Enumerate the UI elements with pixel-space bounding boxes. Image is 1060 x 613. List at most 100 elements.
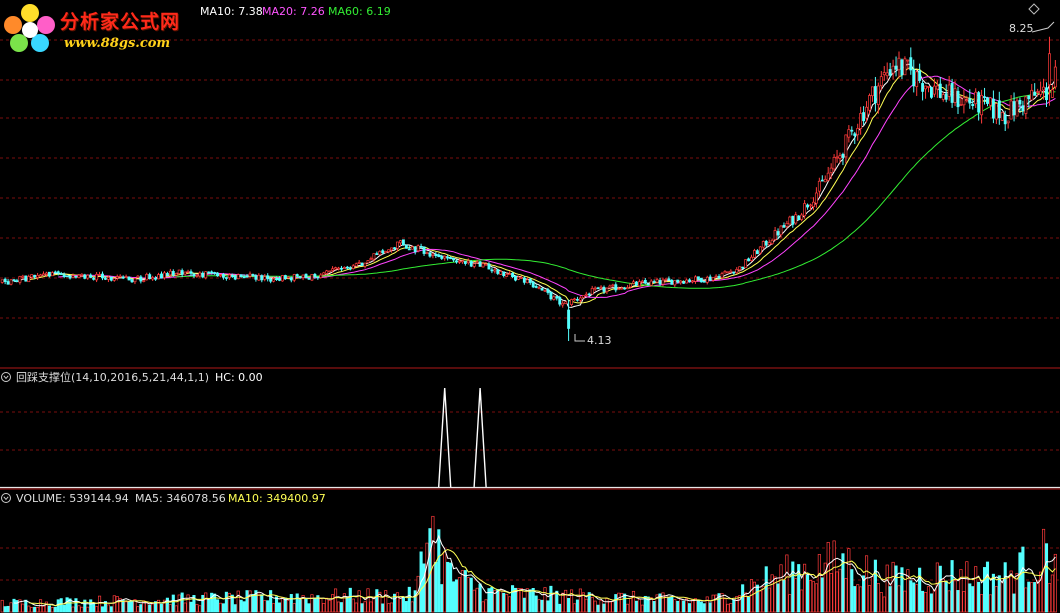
volume-bar[interactable] (923, 592, 928, 613)
candle-body[interactable] (691, 280, 694, 283)
candle-body[interactable] (1006, 120, 1010, 124)
candle-body[interactable] (165, 273, 169, 276)
candle-body[interactable] (823, 178, 827, 183)
candle-body[interactable] (935, 85, 939, 90)
volume-bar[interactable] (387, 603, 391, 613)
candle-body[interactable] (227, 274, 231, 278)
candle-body[interactable] (977, 92, 981, 113)
volume-bar[interactable] (820, 577, 824, 613)
volume-bar[interactable] (891, 561, 895, 613)
volume-bar[interactable] (372, 597, 376, 613)
volume-bar[interactable] (590, 596, 594, 613)
volume-bar[interactable] (186, 594, 190, 613)
candle-body[interactable] (1053, 66, 1057, 88)
volume-bar[interactable] (953, 580, 957, 613)
volume-bar[interactable] (564, 589, 568, 613)
candle-body[interactable] (428, 252, 432, 257)
candle-body[interactable] (83, 274, 87, 279)
candle-body[interactable] (599, 286, 603, 289)
candle-body[interactable] (953, 88, 957, 103)
volume-bar[interactable] (422, 563, 426, 613)
candle-body[interactable] (334, 267, 338, 270)
volume-bar[interactable] (80, 606, 84, 613)
volume-bar[interactable] (21, 603, 25, 613)
candle-body[interactable] (941, 94, 945, 100)
candle-body[interactable] (401, 239, 405, 246)
volume-bar[interactable] (106, 604, 110, 613)
candle-body[interactable] (578, 297, 582, 301)
candle-body[interactable] (814, 192, 818, 204)
volume-bar[interactable] (516, 588, 521, 613)
candle-body[interactable] (649, 280, 653, 286)
candle-body[interactable] (360, 262, 364, 266)
candle-body[interactable] (971, 104, 975, 106)
candle-body[interactable] (1015, 100, 1019, 117)
volume-bar[interactable] (525, 588, 529, 613)
volume-bar[interactable] (567, 597, 571, 613)
candle-body[interactable] (463, 261, 467, 264)
volume-bar[interactable] (304, 597, 308, 613)
candle-body[interactable] (1021, 105, 1025, 112)
volume-bar[interactable] (856, 584, 860, 613)
volume-bar[interactable] (829, 573, 833, 613)
volume-bar[interactable] (991, 573, 995, 613)
candle-body[interactable] (847, 129, 851, 138)
candle-body[interactable] (632, 281, 635, 284)
candle-body[interactable] (1045, 87, 1048, 101)
volume-bar[interactable] (251, 594, 255, 613)
candle-body[interactable] (390, 247, 394, 251)
volume-bar[interactable] (159, 603, 164, 613)
volume-bar[interactable] (295, 593, 299, 613)
candle-body[interactable] (1027, 95, 1031, 100)
volume-bar[interactable] (53, 606, 57, 613)
candle-body[interactable] (682, 281, 686, 284)
volume-bar[interactable] (1036, 580, 1040, 613)
volume-bar[interactable] (791, 561, 795, 613)
volume-bar[interactable] (12, 598, 16, 613)
candle-body[interactable] (319, 274, 323, 278)
candle-body[interactable] (664, 278, 668, 281)
volume-bar[interactable] (608, 601, 612, 613)
volume-bar[interactable] (1012, 593, 1016, 613)
volume-bar[interactable] (511, 585, 515, 613)
volume-bar[interactable] (236, 590, 240, 613)
candle-body[interactable] (776, 231, 780, 236)
volume-bar[interactable] (145, 601, 149, 613)
candle-body[interactable] (340, 267, 343, 270)
volume-bar[interactable] (767, 587, 771, 613)
candle-body[interactable] (0, 279, 4, 283)
candle-body[interactable] (65, 275, 69, 278)
volume-bar[interactable] (33, 606, 37, 613)
volume-bar[interactable] (213, 593, 217, 613)
candle-body[interactable] (242, 276, 246, 279)
candle-body[interactable] (460, 260, 464, 263)
candle-body[interactable] (351, 265, 355, 269)
candle-body[interactable] (505, 273, 509, 277)
candle-body[interactable] (478, 261, 482, 267)
volume-bar[interactable] (602, 603, 606, 613)
volume-bar[interactable] (449, 562, 453, 613)
volume-bar[interactable] (997, 575, 1001, 613)
candle-body[interactable] (151, 277, 155, 280)
volume-bar[interactable] (1044, 543, 1049, 613)
volume-bar[interactable] (280, 597, 285, 613)
candle-body[interactable] (198, 272, 202, 277)
volume-bar[interactable] (463, 570, 467, 613)
candle-body[interactable] (39, 274, 43, 277)
candle-body[interactable] (514, 276, 517, 281)
candle-body[interactable] (534, 286, 538, 288)
candle-body[interactable] (673, 280, 677, 286)
candle-body[interactable] (590, 288, 594, 295)
candle-body[interactable] (157, 274, 160, 280)
candle-body[interactable] (289, 277, 293, 281)
volume-bar[interactable] (903, 590, 907, 613)
candle-body[interactable] (413, 246, 417, 253)
candle-body[interactable] (496, 269, 500, 274)
volume-bar[interactable] (1000, 581, 1004, 613)
volume-bar[interactable] (221, 603, 226, 613)
candle-body[interactable] (1030, 89, 1034, 101)
volume-bar[interactable] (431, 515, 435, 613)
volume-bar[interactable] (357, 590, 361, 613)
candle-body[interactable] (702, 280, 706, 283)
candle-body[interactable] (263, 276, 267, 280)
